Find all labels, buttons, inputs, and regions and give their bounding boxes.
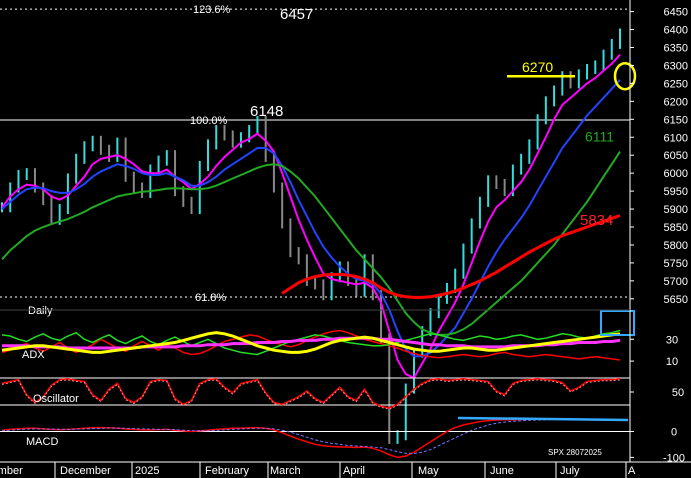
month-label: December bbox=[60, 465, 111, 477]
price-tick-label: 6100 bbox=[664, 132, 688, 144]
month-label: A bbox=[628, 465, 636, 477]
fib-label: 100.0% bbox=[190, 115, 228, 127]
macd-label: MACD bbox=[26, 436, 58, 448]
month-label: March bbox=[270, 465, 301, 477]
osc-label: Oscillator bbox=[33, 393, 79, 405]
price-annotation: 6457 bbox=[280, 6, 313, 23]
price-annotation: 5834 bbox=[580, 212, 613, 229]
price-tick-label: 6450 bbox=[664, 7, 688, 19]
month-label: May bbox=[418, 465, 439, 477]
price-tick-label: 5800 bbox=[664, 240, 688, 252]
macd-tick-label: 0 bbox=[671, 426, 677, 438]
price-annotation: 6111 bbox=[585, 128, 614, 144]
price-tick-label: 6300 bbox=[664, 60, 688, 72]
price-tick-label: 6350 bbox=[664, 42, 688, 54]
osc-tick-label: 50 bbox=[672, 387, 684, 399]
price-tick-label: 6050 bbox=[664, 150, 688, 162]
adx-label: ADX bbox=[22, 349, 45, 361]
timeframe-label: Daily bbox=[28, 305, 53, 317]
price-tick-label: 6400 bbox=[664, 25, 688, 37]
price-tick-label: 5750 bbox=[664, 258, 688, 270]
month-label: April bbox=[343, 465, 365, 477]
fib-label: 61.8% bbox=[195, 292, 226, 304]
price-tick-label: 6250 bbox=[664, 78, 688, 90]
price-tick-label: 6000 bbox=[664, 168, 688, 180]
price-tick-label: 5650 bbox=[664, 294, 688, 306]
price-tick-label: 6150 bbox=[664, 114, 688, 126]
month-label: February bbox=[205, 465, 250, 477]
adx-tick-label: 30 bbox=[666, 334, 678, 346]
month-label: July bbox=[560, 465, 580, 477]
symbol-code: SPX 28072025 bbox=[548, 448, 602, 457]
price-tick-label: 5950 bbox=[664, 186, 688, 198]
price-tick-label: 5900 bbox=[664, 204, 688, 216]
stock-chart: 123.6% 100.0% 61.8% 6457 6148 6270 6111 5834 Da… bbox=[0, 0, 691, 478]
month-label: 2025 bbox=[135, 465, 159, 477]
month-label: November bbox=[0, 465, 23, 477]
price-tick-label: 6200 bbox=[664, 96, 688, 108]
price-annotation: 6148 bbox=[250, 103, 283, 120]
month-label: June bbox=[490, 465, 514, 477]
price-tick-label: 5850 bbox=[664, 222, 688, 234]
price-tick-label: 5700 bbox=[664, 276, 688, 288]
adx-tick-label: 10 bbox=[666, 356, 678, 368]
macd-tick-label: -100 bbox=[663, 452, 685, 464]
price-annotation: 6270 bbox=[522, 59, 553, 75]
fib-label: 123.6% bbox=[193, 4, 231, 16]
